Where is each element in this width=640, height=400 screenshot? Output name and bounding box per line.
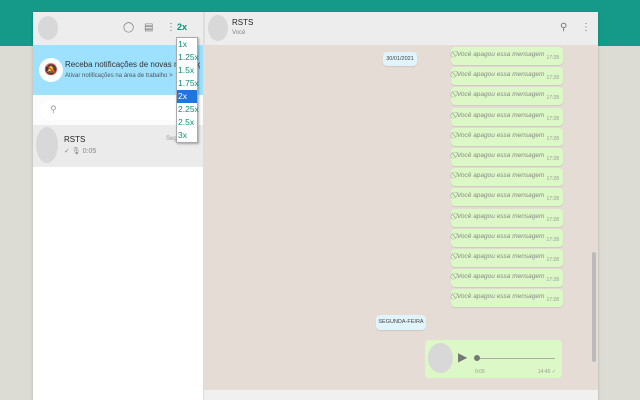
message-time: 17:28: [546, 55, 559, 61]
message-text: Você apagou essa mensagem: [456, 111, 545, 119]
deleted-message-text: ⃠ Você apagou essa mensagem: [455, 232, 545, 240]
scrollbar[interactable]: [592, 252, 596, 362]
status-icon[interactable]: ◯: [123, 22, 134, 33]
message-time: 17:28: [546, 176, 559, 183]
message-bubble[interactable]: ⃠ Você apagou essa mensagem 17:28: [451, 87, 563, 106]
message-time: 17:28: [546, 236, 559, 243]
speed-dropdown[interactable]: 1x 1.25x 1.5x 1.75x 2x 2.25x 2.5x 3x: [176, 37, 199, 143]
deleted-message-text: ⃠ Você apagou essa mensagem: [455, 111, 545, 119]
message-text: Você apagou essa mensagem: [456, 273, 545, 281]
message-bubble[interactable]: ⃠ Você apagou essa mensagem 17:28: [451, 249, 563, 267]
compose-bar[interactable]: [204, 390, 598, 400]
message-bubble[interactable]: ⃠ Você apagou essa mensagem 17:28: [451, 289, 563, 308]
message-bubble[interactable]: ⃠ Você apagou essa mensagem 17:28: [451, 67, 563, 86]
message-time: 17:28: [546, 135, 559, 142]
contact-name: RSTS: [232, 18, 254, 27]
search-icon[interactable]: ⚲: [560, 22, 567, 33]
message-bubble[interactable]: ⃠ Você apagou essa mensagem 17:28: [451, 47, 563, 65]
message-text: Você apagou essa mensagem: [456, 91, 545, 99]
message-time: 17:28: [546, 75, 559, 82]
avatar[interactable]: [38, 16, 58, 40]
conversation-header[interactable]: RSTS Você ⚲ ⋮: [204, 12, 598, 45]
message-text: Você apagou essa mensagem: [456, 152, 545, 159]
message-time: 17:28: [546, 297, 559, 304]
menu-icon[interactable]: ⋮: [166, 22, 176, 33]
message-text: Você apagou essa mensagem: [456, 293, 545, 301]
message-time: 17:28: [546, 216, 559, 223]
message-bubble[interactable]: ⃠ Você apagou essa mensagem 17:28: [451, 269, 563, 288]
deleted-message-text: ⃠ Você apagou essa mensagem: [455, 253, 545, 260]
speed-option[interactable]: 1.75x: [177, 77, 199, 90]
deleted-message-text: ⃠ Você apagou essa mensagem: [455, 71, 545, 79]
deleted-message-text: ⃠ Você apagou essa mensagem: [455, 192, 545, 200]
menu-icon[interactable]: ⋮: [581, 22, 591, 33]
conversation-panel: RSTS Você ⚲ ⋮ 30/01/2021 ⃠ Você apagou e…: [204, 12, 598, 400]
deleted-message-text: ⃠ Você apagou essa mensagem: [455, 273, 545, 281]
message-time: 17:28: [546, 115, 559, 122]
contact-subtitle: Você: [232, 30, 246, 36]
message-time: 17:28: [546, 156, 559, 162]
deleted-message-text: ⃠ Você apagou essa mensagem: [455, 172, 545, 180]
audio-time: 14:45 ✓: [537, 369, 556, 375]
search-icon: ⚲: [50, 104, 57, 114]
message-bubble[interactable]: ⃠ Você apagou essa mensagem 17:28: [451, 148, 563, 166]
deleted-message-text: ⃠ Você apagou essa mensagem: [455, 91, 545, 99]
deleted-message-text: ⃠ Você apagou essa mensagem: [455, 131, 545, 139]
speed-option[interactable]: 1x: [177, 38, 197, 51]
message-text: Você apagou essa mensagem: [456, 232, 545, 240]
audio-progress-handle[interactable]: [474, 355, 480, 361]
speed-option[interactable]: 2.25x: [177, 103, 199, 116]
message-bubble[interactable]: ⃠ Você apagou essa mensagem 17:28: [451, 208, 563, 227]
speed-option[interactable]: 3x: [177, 129, 197, 142]
chat-last-message: ✓ 🎙 0:05: [64, 148, 97, 155]
message-text: Você apagou essa mensagem: [456, 51, 545, 58]
message-bubble[interactable]: ⃠ Você apagou essa mensagem 17:28: [451, 107, 563, 126]
deleted-message-text: ⃠ Você apagou essa mensagem: [455, 152, 545, 159]
deleted-message-text: ⃠ Você apagou essa mensagem: [455, 51, 545, 58]
message-text: Você apagou essa mensagem: [456, 212, 545, 220]
bell-off-icon: 🔕: [39, 58, 63, 82]
message-time: 17:28: [546, 257, 559, 263]
message-text: Você apagou essa mensagem: [456, 131, 545, 139]
message-text: Você apagou essa mensagem: [456, 71, 545, 79]
speed-option[interactable]: 1.25x: [177, 51, 199, 64]
contact-avatar: [36, 127, 58, 163]
message-bubble[interactable]: ⃠ Você apagou essa mensagem 17:28: [451, 168, 563, 187]
message-time: 17:28: [546, 277, 559, 284]
chat-name: RSTS: [64, 135, 86, 144]
speed-button[interactable]: 2x: [177, 22, 187, 32]
play-icon[interactable]: ▶: [458, 350, 467, 364]
message-time: 17:28: [546, 196, 559, 203]
whatsapp-window: ◯ ▤ ⋮ 2x 🔕 Receba notificações de novas …: [33, 12, 598, 400]
message-bubble[interactable]: ⃠ Você apagou essa mensagem 17:28: [451, 228, 563, 247]
message-text: Você apagou essa mensagem: [456, 253, 545, 260]
message-text: Você apagou essa mensagem: [456, 192, 545, 200]
audio-duration: 0:05: [475, 369, 485, 375]
date-chip: 30/01/2021: [383, 52, 417, 66]
message-text: Você apagou essa mensagem: [456, 172, 545, 180]
message-time: 17:28: [546, 95, 559, 102]
audio-message: ▶ 0:05 14:45 ✓: [425, 340, 562, 378]
deleted-message-text: ⃠ Você apagou essa mensagem: [455, 212, 545, 220]
new-chat-icon[interactable]: ▤: [144, 22, 153, 33]
day-chip: SEGUNDA-FEIRA: [376, 315, 426, 330]
speed-option[interactable]: 1.5x: [177, 64, 197, 77]
enable-notifications-link[interactable]: Ativar notificações na área de trabalho …: [65, 73, 173, 79]
message-bubble[interactable]: ⃠ Você apagou essa mensagem 17:28: [451, 127, 563, 146]
deleted-message-text: ⃠ Você apagou essa mensagem: [455, 293, 545, 301]
audio-progress-track[interactable]: [475, 358, 555, 359]
message-bubble[interactable]: ⃠ Você apagou essa mensagem 17:28: [451, 188, 563, 207]
sidebar: ◯ ▤ ⋮ 2x 🔕 Receba notificações de novas …: [33, 12, 204, 400]
speed-option[interactable]: 2x: [177, 90, 197, 103]
sender-avatar: [428, 343, 453, 373]
speed-option[interactable]: 2.5x: [177, 116, 197, 129]
contact-avatar: [208, 15, 228, 41]
